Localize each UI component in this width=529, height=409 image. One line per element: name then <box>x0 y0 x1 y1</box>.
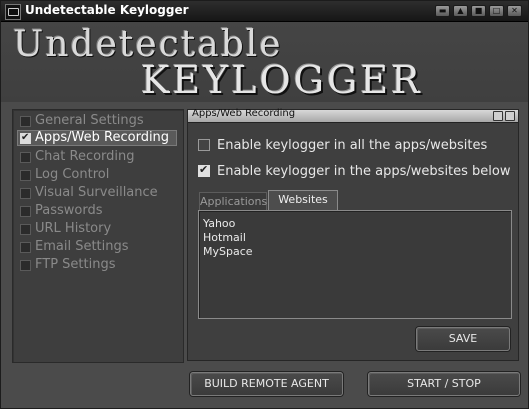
checkbox-checked-icon[interactable] <box>198 163 210 177</box>
panel-header: Apps/Web Recording <box>188 108 518 123</box>
settings-sidebar: General Settings Apps/Web Recording Chat… <box>12 109 184 363</box>
checkbox-icon <box>20 188 31 199</box>
sidebar-item-chat-recording[interactable]: Chat Recording <box>17 149 179 165</box>
panel-minimize-icon[interactable] <box>493 111 503 121</box>
checkbox-checked-icon <box>20 130 31 146</box>
checkbox-icon[interactable] <box>198 139 210 151</box>
sidebar-item-label: Chat Recording <box>35 149 135 164</box>
panel-controls <box>493 111 515 121</box>
sidebar-item-visual-surveillance[interactable]: Visual Surveillance <box>17 185 179 201</box>
sidebar-item-email-settings[interactable]: Email Settings <box>17 239 179 255</box>
checkbox-icon <box>20 224 31 235</box>
checkbox-icon <box>20 170 31 181</box>
apps-web-recording-panel: Apps/Web Recording Enable keylogger in a… <box>187 108 519 361</box>
window-controls: ▬ ▲ ■ □ ✕ <box>435 5 522 17</box>
sidebar-item-apps-web-recording[interactable]: Apps/Web Recording <box>17 130 177 146</box>
sidebar-item-label: Apps/Web Recording <box>35 130 170 145</box>
checkbox-icon <box>20 206 31 217</box>
sidebar-item-passwords[interactable]: Passwords <box>17 203 179 219</box>
tray-icon[interactable]: ■ <box>471 5 486 17</box>
option-label: Enable keylogger in the apps/websites be… <box>217 164 511 179</box>
list-item[interactable]: Yahoo <box>203 217 235 231</box>
restore-icon[interactable]: ▲ <box>453 5 468 17</box>
build-remote-agent-button[interactable]: BUILD REMOTE AGENT <box>190 372 343 396</box>
tab-applications[interactable]: Applications <box>199 192 267 210</box>
checkbox-icon <box>20 116 31 127</box>
sidebar-item-label: Log Control <box>35 167 110 182</box>
app-window: Undetectable Keylogger ▬ ▲ ■ □ ✕ Undetec… <box>0 0 529 409</box>
window-title: Undetectable Keylogger <box>25 3 189 17</box>
maximize-icon[interactable]: □ <box>489 5 504 17</box>
sidebar-item-label: Email Settings <box>35 239 129 254</box>
list-item[interactable]: MySpace <box>203 245 253 259</box>
sidebar-item-ftp-settings[interactable]: FTP Settings <box>17 257 179 273</box>
list-item[interactable]: Hotmail <box>203 231 246 245</box>
checkbox-icon <box>20 242 31 253</box>
tab-websites[interactable]: Websites <box>268 190 338 211</box>
sidebar-item-general-settings[interactable]: General Settings <box>17 113 179 129</box>
checkbox-icon <box>20 260 31 271</box>
minimize-icon[interactable]: ▬ <box>435 5 450 17</box>
save-button[interactable]: SAVE <box>416 327 510 351</box>
brand-banner: Undetectable KEYLOGGER <box>1 22 528 102</box>
sidebar-item-url-history[interactable]: URL History <box>17 221 179 237</box>
close-icon[interactable]: ✕ <box>507 5 522 17</box>
app-icon <box>5 4 21 20</box>
title-bar[interactable]: Undetectable Keylogger ▬ ▲ ■ □ ✕ <box>1 1 528 22</box>
banner-title-line2: KEYLOGGER <box>141 58 423 102</box>
sidebar-item-log-control[interactable]: Log Control <box>17 167 179 183</box>
sidebar-item-label: Passwords <box>35 203 103 218</box>
sidebar-item-label: URL History <box>35 221 112 236</box>
checkbox-icon <box>20 152 31 163</box>
sidebar-item-label: FTP Settings <box>35 257 116 272</box>
option-label: Enable keylogger in all the apps/website… <box>217 138 488 153</box>
panel-close-icon[interactable] <box>505 111 515 121</box>
start-stop-button[interactable]: START / STOP <box>368 372 520 396</box>
websites-list[interactable]: Yahoo Hotmail MySpace <box>198 210 512 319</box>
panel-title: Apps/Web Recording <box>192 108 296 119</box>
sidebar-item-label: General Settings <box>35 113 144 128</box>
sidebar-item-label: Visual Surveillance <box>35 185 158 200</box>
